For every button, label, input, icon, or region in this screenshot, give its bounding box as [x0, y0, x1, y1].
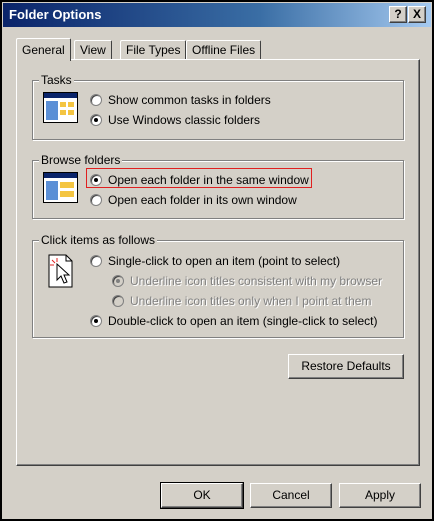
tasks-group-label: Tasks — [39, 73, 74, 87]
ok-button[interactable]: OK — [160, 482, 244, 509]
radio-button — [112, 295, 124, 307]
folder-options-dialog: Folder Options ? X General View File Typ… — [0, 0, 434, 521]
radio-single-click[interactable]: Single-click to open an item (point to s… — [90, 254, 340, 268]
folder-window-icon — [43, 172, 78, 203]
restore-defaults-button[interactable]: Restore Defaults — [288, 354, 404, 379]
tasks-group: Tasks — [32, 73, 404, 140]
radio-button[interactable] — [90, 114, 102, 126]
apply-button[interactable]: Apply — [339, 483, 421, 508]
tab-general[interactable]: General — [16, 38, 71, 61]
radio-underline-on-point: Underline icon titles only when I point … — [112, 294, 371, 308]
window-title: Folder Options — [9, 7, 102, 22]
radio-label: Open each folder in its own window — [108, 193, 297, 207]
browse-folders-group-label: Browse folders — [39, 153, 123, 167]
radio-label: Underline icon titles only when I point … — [130, 294, 372, 308]
title-bar[interactable]: Folder Options ? X — [3, 3, 431, 27]
radio-label: Single-click to open an item (point to s… — [108, 254, 341, 268]
radio-show-common-tasks[interactable]: Show common tasks in folders — [90, 93, 271, 107]
tab-file-types[interactable]: File Types — [120, 40, 187, 60]
radio-button[interactable] — [90, 94, 102, 106]
classic-folder-window-icon — [43, 92, 78, 123]
help-button[interactable]: ? — [389, 6, 407, 23]
close-button[interactable]: X — [408, 6, 426, 23]
tab-offline-files[interactable]: Offline Files — [186, 40, 262, 60]
radio-button[interactable] — [90, 315, 102, 327]
pointer-cursor-icon — [48, 254, 73, 288]
radio-underline-consistent: Underline icon titles consistent with my… — [112, 274, 382, 288]
radio-label: Double-click to open an item (single-cli… — [108, 314, 378, 328]
radio-label: Show common tasks in folders — [108, 93, 271, 107]
radio-button[interactable] — [90, 194, 102, 206]
radio-label: Underline icon titles consistent with my… — [130, 274, 383, 288]
radio-double-click[interactable]: Double-click to open an item (single-cli… — [90, 314, 377, 328]
cancel-button[interactable]: Cancel — [250, 483, 332, 508]
tab-view[interactable]: View — [74, 40, 112, 60]
radio-button — [112, 275, 124, 287]
radio-label: Use Windows classic folders — [108, 113, 261, 127]
highlight-box — [86, 168, 312, 188]
click-items-group-label: Click items as follows — [39, 233, 158, 247]
radio-button[interactable] — [90, 255, 102, 267]
radio-open-own-window[interactable]: Open each folder in its own window — [90, 193, 297, 207]
radio-classic-folders[interactable]: Use Windows classic folders — [90, 113, 260, 127]
